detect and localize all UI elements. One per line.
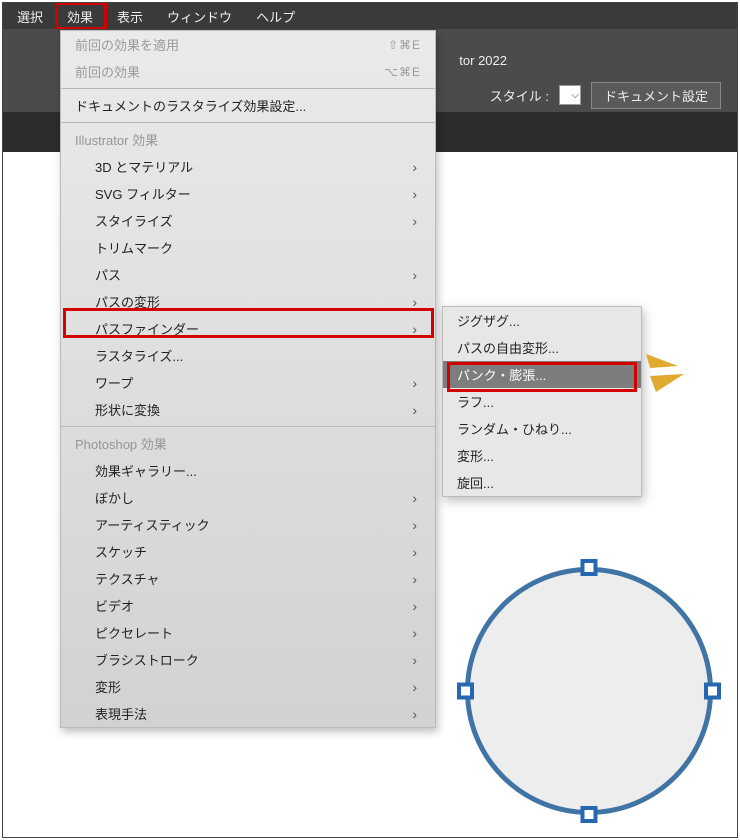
menuitem[interactable]: ラスタライズ... [61, 342, 435, 369]
menuitem[interactable]: 効果ギャラリー... [61, 457, 435, 484]
submenu-arrow-icon: › [412, 706, 421, 722]
menuitem-label: ビデオ [95, 596, 134, 615]
menuitem[interactable]: パス › [61, 261, 435, 288]
menuitem[interactable]: パスの変形 › [61, 288, 435, 315]
submenu-arrow-icon: › [412, 159, 421, 175]
annotation-pointer-icon [644, 346, 694, 396]
menuitem-label: 効果ギャラリー... [95, 461, 197, 480]
section-header-illustrator: Illustrator 効果 [61, 126, 435, 153]
submenu-arrow-icon: › [412, 267, 421, 283]
menuitem-label: 3D とマテリアル [95, 157, 193, 176]
submenu-arrow-icon: › [412, 625, 421, 641]
menuitem[interactable]: ピクセレート › [61, 619, 435, 646]
anchor-handle-bottom[interactable] [581, 806, 598, 823]
menu-separator [61, 88, 435, 89]
section-header-photoshop: Photoshop 効果 [61, 430, 435, 457]
menuitem-label: テクスチャ [95, 569, 159, 588]
style-label: スタイル : [490, 86, 549, 105]
submenu-item[interactable]: ジグザグ... [443, 307, 641, 334]
menuitem-last-effect: 前回の効果 ⌥⌘E [61, 58, 435, 85]
path-distort-submenu: ジグザグ...パスの自由変形...パンク・膨張...ラフ...ランダム・ひねり.… [442, 306, 642, 497]
menu-help[interactable]: ヘルプ [244, 3, 307, 30]
menuitem-label: アーティスティック [95, 515, 210, 534]
menuitem-label: パスの変形 [95, 292, 160, 311]
submenu-arrow-icon: › [412, 186, 421, 202]
submenu-arrow-icon: › [412, 213, 421, 229]
menuitem-label: スタイライズ [95, 211, 173, 230]
shortcut-label: ⇧⌘E [388, 38, 421, 52]
submenu-item[interactable]: 旋回... [443, 469, 641, 496]
app-title-suffix: tor 2022 [459, 53, 507, 68]
menu-separator [61, 426, 435, 427]
menuitem[interactable]: ぼかし › [61, 484, 435, 511]
effect-menu-dropdown: 前回の効果を適用 ⇧⌘E 前回の効果 ⌥⌘E ドキュメントのラスタライズ効果設定… [60, 30, 436, 728]
submenu-arrow-icon: › [412, 598, 421, 614]
menuitem-label: パスファインダー [95, 319, 199, 338]
style-swatch-dropdown[interactable]: ⌵ [559, 85, 581, 105]
menuitem-apply-last-effect: 前回の効果を適用 ⇧⌘E [61, 31, 435, 58]
submenu-arrow-icon: › [412, 294, 421, 310]
submenu-arrow-icon: › [412, 544, 421, 560]
menu-window[interactable]: ウィンドウ [155, 3, 244, 30]
menu-view[interactable]: 表示 [105, 3, 155, 30]
submenu-item[interactable]: パスの自由変形... [443, 334, 641, 361]
menuitem-label: パス [95, 265, 121, 284]
menuitem-label: ぼかし [95, 488, 134, 507]
submenu-item[interactable]: パンク・膨張... [443, 361, 641, 388]
menuitem[interactable]: ブラシストローク › [61, 646, 435, 673]
selected-ellipse[interactable] [465, 567, 713, 815]
menuitem-label: ラスタライズ... [95, 346, 183, 365]
submenu-item[interactable]: ラフ... [443, 388, 641, 415]
menuitem-label: ドキュメントのラスタライズ効果設定... [75, 96, 306, 115]
submenu-arrow-icon: › [412, 652, 421, 668]
menu-effect[interactable]: 効果 [55, 3, 105, 30]
menuitem-label: 形状に変換 [95, 400, 160, 419]
menu-select[interactable]: 選択 [5, 3, 55, 30]
menuitem-label: 表現手法 [95, 704, 147, 723]
menuitem-label: ワープ [95, 373, 133, 392]
chevron-down-icon: ⌵ [571, 90, 580, 101]
submenu-item[interactable]: 変形... [443, 442, 641, 469]
menuitem[interactable]: ワープ › [61, 369, 435, 396]
menuitem-label: トリムマーク [95, 238, 173, 257]
menuitem[interactable]: 3D とマテリアル › [61, 153, 435, 180]
anchor-handle-left[interactable] [457, 683, 474, 700]
menuitem[interactable]: アーティスティック › [61, 511, 435, 538]
submenu-arrow-icon: › [412, 517, 421, 533]
menuitem[interactable]: 変形 › [61, 673, 435, 700]
menuitem[interactable]: パスファインダー › [61, 315, 435, 342]
menuitem-label: ピクセレート [95, 623, 173, 642]
menuitem[interactable]: スケッチ › [61, 538, 435, 565]
menuitem[interactable]: 形状に変換 › [61, 396, 435, 423]
menuitem-label: 変形 [95, 677, 121, 696]
submenu-arrow-icon: › [412, 490, 421, 506]
menuitem-label: 前回の効果を適用 [75, 35, 179, 54]
menuitem-label: ブラシストローク [95, 650, 199, 669]
menuitem[interactable]: トリムマーク [61, 234, 435, 261]
menu-separator [61, 122, 435, 123]
submenu-arrow-icon: › [412, 571, 421, 587]
anchor-handle-right[interactable] [704, 683, 721, 700]
ellipse-shape [465, 567, 713, 815]
menuitem-label: SVG フィルター [95, 184, 191, 203]
submenu-arrow-icon: › [412, 679, 421, 695]
submenu-item[interactable]: ランダム・ひねり... [443, 415, 641, 442]
submenu-arrow-icon: › [412, 375, 421, 391]
submenu-arrow-icon: › [412, 402, 421, 418]
menuitem[interactable]: スタイライズ › [61, 207, 435, 234]
menuitem[interactable]: ビデオ › [61, 592, 435, 619]
submenu-arrow-icon: › [412, 321, 421, 337]
anchor-handle-top[interactable] [581, 559, 598, 576]
menuitem[interactable]: SVG フィルター › [61, 180, 435, 207]
menuitem[interactable]: テクスチャ › [61, 565, 435, 592]
menuitem-label: スケッチ [95, 542, 147, 561]
menuitem-label: 前回の効果 [75, 62, 140, 81]
menuitem-rasterize-settings[interactable]: ドキュメントのラスタライズ効果設定... [61, 92, 435, 119]
menuitem[interactable]: 表現手法 › [61, 700, 435, 727]
document-settings-button[interactable]: ドキュメント設定 [591, 82, 721, 109]
shortcut-label: ⌥⌘E [384, 65, 421, 79]
menubar: 選択 効果 表示 ウィンドウ ヘルプ [3, 3, 737, 29]
